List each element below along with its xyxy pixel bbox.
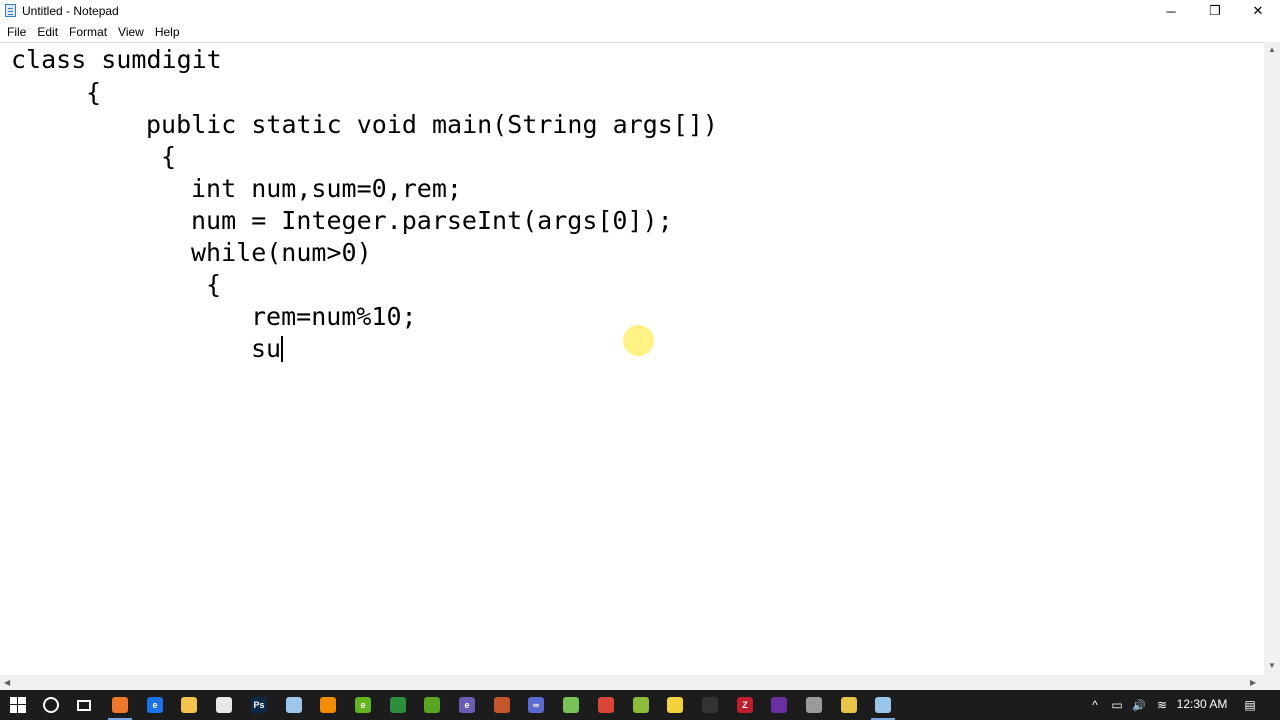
menu-view[interactable]: View <box>112 25 149 39</box>
title-bar: Untitled - Notepad ─ ❐ ✕ <box>0 0 1280 22</box>
restore-button[interactable]: ❐ <box>1192 0 1238 22</box>
orange-app-icon <box>112 697 128 713</box>
cube-icon <box>286 697 302 713</box>
tray-overflow-chevron-icon[interactable]: ^ <box>1087 690 1103 720</box>
taskbar-app-button[interactable] <box>487 690 517 720</box>
sticky-notes-icon <box>667 697 683 713</box>
taskbar-app-button[interactable] <box>799 690 829 720</box>
taskbar: e Ps e e ∞ Z ^ ▭ 🔊 ≋ 12:30 AM ▤ <box>0 690 1280 720</box>
start-button[interactable] <box>3 690 33 720</box>
task-view-icon <box>77 699 91 711</box>
filezilla-icon: Z <box>737 697 753 713</box>
taskbar-app-button[interactable] <box>764 690 794 720</box>
taskbar-app-button[interactable] <box>660 690 690 720</box>
e-globe-icon: e <box>459 697 475 713</box>
chrome-icon <box>598 697 614 713</box>
minimize-button[interactable]: ─ <box>1148 0 1194 22</box>
green-e-icon: e <box>355 697 371 713</box>
code-line: num = Integer.parseInt(args[0]); <box>191 206 673 235</box>
taskbar-app-button[interactable] <box>834 690 864 720</box>
code-line: while(num>0) <box>191 238 372 267</box>
dark-app-icon <box>702 697 718 713</box>
volume-icon[interactable]: 🔊 <box>1129 690 1149 720</box>
mouse-cursor-highlight <box>623 325 654 356</box>
code-line: int num,sum=0,rem; <box>191 174 462 203</box>
menu-file[interactable]: File <box>0 25 31 39</box>
scrollbar-corner <box>1264 675 1280 690</box>
scroll-left-arrow-icon[interactable]: ◀ <box>4 678 10 687</box>
taskbar-app-button[interactable] <box>209 690 239 720</box>
cortana-circle-icon <box>43 697 59 713</box>
code-line: public static void main(String args[]) <box>146 110 718 139</box>
infinity-icon: ∞ <box>528 697 544 713</box>
visual-studio-icon <box>771 697 787 713</box>
taskbar-app-button[interactable]: ∞ <box>521 690 551 720</box>
menu-edit[interactable]: Edit <box>31 25 63 39</box>
taskbar-app-button[interactable] <box>279 690 309 720</box>
android-icon <box>563 697 579 713</box>
edge-icon: e <box>147 697 163 713</box>
taskbar-app-button[interactable] <box>591 690 621 720</box>
text-editor[interactable]: class sumdigit { public static void main… <box>1 42 1263 676</box>
taskbar-app-button[interactable] <box>868 690 898 720</box>
text-caret <box>281 336 283 362</box>
taskbar-app-button[interactable]: e <box>140 690 170 720</box>
close-button[interactable]: ✕ <box>1235 0 1280 22</box>
taskbar-app-button[interactable] <box>383 690 413 720</box>
archive-icon <box>494 697 510 713</box>
taskbar-app-button[interactable] <box>417 690 447 720</box>
taskbar-app-button[interactable]: e <box>452 690 482 720</box>
notifications-icon[interactable]: ▤ <box>1240 690 1260 720</box>
vlc-icon <box>320 697 336 713</box>
file-explorer-icon <box>181 697 197 713</box>
taskbar-app-button[interactable] <box>105 690 135 720</box>
horizontal-scrollbar[interactable]: ◀ ▶ <box>0 675 1264 690</box>
code-line: rem=num%10; <box>251 302 417 331</box>
stack-icon <box>633 697 649 713</box>
code-line: { <box>206 270 222 299</box>
menu-bar: File Edit Format View Help <box>0 22 1280 41</box>
code-line: { <box>86 78 102 107</box>
taskbar-app-button[interactable]: e <box>348 690 378 720</box>
menu-format[interactable]: Format <box>63 25 112 39</box>
task-view-button[interactable] <box>69 690 99 720</box>
tool-icon <box>806 697 822 713</box>
taskbar-app-button[interactable] <box>626 690 656 720</box>
store-icon <box>216 697 232 713</box>
taskbar-app-button[interactable] <box>174 690 204 720</box>
cortana-button[interactable] <box>36 690 66 720</box>
wifi-icon[interactable]: ≋ <box>1152 690 1172 720</box>
windows-logo-icon <box>10 697 26 713</box>
scroll-up-arrow-icon[interactable]: ▲ <box>1268 45 1276 54</box>
vertical-scrollbar[interactable]: ▲ ▼ <box>1264 42 1280 675</box>
taskbar-app-button[interactable] <box>556 690 586 720</box>
notepad-icon <box>5 4 16 17</box>
window-title: Untitled - Notepad <box>22 4 119 18</box>
taskbar-app-button[interactable]: Z <box>730 690 760 720</box>
menu-help[interactable]: Help <box>149 25 185 39</box>
code-line: class sumdigit <box>11 45 222 74</box>
battery-icon[interactable]: ▭ <box>1107 690 1127 720</box>
taskbar-app-button[interactable] <box>313 690 343 720</box>
paint-icon <box>841 697 857 713</box>
code-line: su <box>251 334 282 363</box>
scroll-down-arrow-icon[interactable]: ▼ <box>1268 661 1276 670</box>
scroll-right-arrow-icon[interactable]: ▶ <box>1250 678 1256 687</box>
eclipse-icon <box>390 697 406 713</box>
green-circle-icon <box>424 697 440 713</box>
code-line: { <box>161 142 177 171</box>
clock[interactable]: 12:30 AM <box>1174 697 1230 711</box>
photoshop-icon: Ps <box>251 697 267 713</box>
taskbar-app-button[interactable] <box>695 690 725 720</box>
taskbar-app-button[interactable]: Ps <box>244 690 274 720</box>
notepad-icon <box>875 697 891 713</box>
